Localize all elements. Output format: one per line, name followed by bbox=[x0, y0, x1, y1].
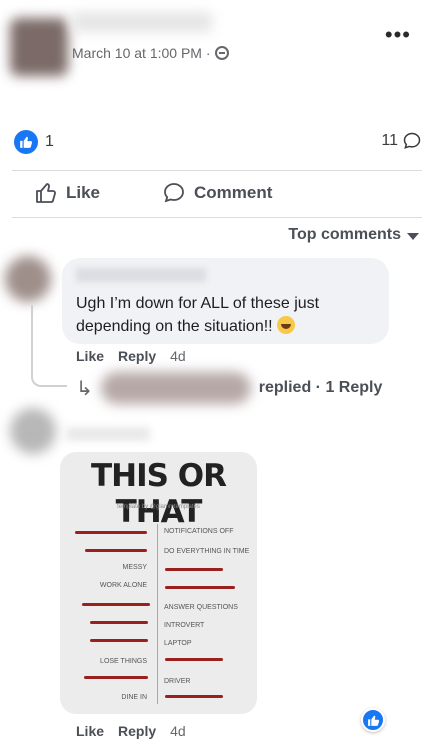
post-author-name-redacted[interactable] bbox=[72, 12, 212, 32]
image-item: DO EVERYTHING IN TIME bbox=[164, 548, 250, 555]
view-replies-link[interactable]: ↳ replied · 1 Reply bbox=[76, 372, 382, 404]
comment-image-this-or-that[interactable]: THIS OR THAT template by @glammtemplates… bbox=[60, 452, 257, 714]
strike-mark bbox=[82, 603, 150, 606]
post-header: March 10 at 1:00 PM · ••• bbox=[0, 0, 437, 90]
comment-icon bbox=[164, 183, 184, 203]
comment-avatar[interactable] bbox=[5, 256, 51, 302]
strike-mark bbox=[85, 549, 147, 552]
comment-button[interactable]: Comment bbox=[162, 181, 272, 205]
comment-timestamp[interactable]: 4d bbox=[170, 723, 186, 739]
comment-like-button[interactable]: Like bbox=[76, 348, 104, 364]
like-button[interactable]: Like bbox=[34, 181, 100, 205]
image-item: INTROVERT bbox=[164, 622, 205, 629]
image-item: WORK ALONE bbox=[99, 582, 147, 589]
image-item: LAPTOP bbox=[164, 640, 192, 647]
comment-sort-dropdown[interactable]: Top comments bbox=[288, 226, 419, 244]
image-item: MESSY bbox=[122, 564, 147, 571]
strike-mark bbox=[165, 695, 223, 698]
like-button-label: Like bbox=[66, 183, 101, 202]
strike-mark bbox=[165, 658, 223, 661]
image-item: DINE IN bbox=[121, 694, 147, 701]
commenter-name-redacted[interactable] bbox=[76, 268, 206, 282]
like-reaction-icon[interactable] bbox=[14, 130, 38, 154]
image-item: ANSWER QUESTIONS bbox=[164, 604, 238, 611]
thumbs-up-icon bbox=[36, 183, 56, 203]
comment-actions: Like Reply 4d bbox=[76, 348, 186, 364]
comment-like-reaction-icon[interactable] bbox=[361, 708, 385, 732]
laughing-emoji-icon bbox=[277, 316, 296, 334]
comment-text: Ugh I’m down for ALL of these just depen… bbox=[76, 292, 375, 338]
image-item: DRIVER bbox=[164, 678, 191, 685]
image-item: LOSE THINGS bbox=[100, 658, 147, 665]
reply-arrow-icon: ↳ bbox=[76, 377, 93, 400]
reply-summary: replied · 1 Reply bbox=[258, 379, 383, 396]
post-action-bar: Like Comment bbox=[12, 170, 422, 218]
comment-sort-label: Top comments bbox=[288, 226, 401, 243]
image-subtitle: template by @glammtemplates bbox=[117, 504, 200, 510]
image-item: NOTIFICATIONS OFF bbox=[164, 528, 234, 535]
image-divider bbox=[157, 524, 158, 704]
strike-mark bbox=[165, 586, 235, 589]
reply-thread-line bbox=[31, 305, 67, 387]
strike-mark bbox=[165, 568, 223, 571]
strike-mark bbox=[84, 676, 148, 679]
comment-timestamp[interactable]: 4d bbox=[170, 348, 186, 364]
image-title: THIS OR THAT bbox=[91, 458, 227, 530]
comment-button-label: Comment bbox=[194, 183, 273, 202]
strike-mark bbox=[75, 531, 147, 534]
reactions-summary: 1 11 bbox=[12, 128, 422, 156]
commenter-name-redacted[interactable] bbox=[66, 427, 150, 441]
comment-reply-button[interactable]: Reply bbox=[118, 348, 156, 364]
reaction-count[interactable]: 1 bbox=[45, 133, 54, 151]
post-author-avatar[interactable] bbox=[10, 18, 68, 76]
comment-avatar[interactable] bbox=[10, 408, 56, 454]
comment-count[interactable]: 11 bbox=[381, 131, 422, 151]
chevron-down-icon bbox=[407, 233, 419, 240]
comment-reply-button[interactable]: Reply bbox=[118, 723, 156, 739]
post-timestamp[interactable]: March 10 at 1:00 PM · bbox=[72, 45, 211, 61]
comment-like-button[interactable]: Like bbox=[76, 723, 104, 739]
post-meta: March 10 at 1:00 PM · bbox=[72, 45, 229, 61]
comment-bubble: Ugh I’m down for ALL of these just depen… bbox=[62, 258, 389, 344]
more-options-icon[interactable]: ••• bbox=[385, 24, 411, 46]
replier-redacted bbox=[100, 372, 251, 404]
comment-actions: Like Reply 4d bbox=[76, 723, 186, 739]
comment-bubble-icon bbox=[403, 132, 421, 149]
comment-count-value: 11 bbox=[381, 132, 398, 149]
strike-mark bbox=[90, 639, 148, 642]
audience-globe-icon[interactable] bbox=[214, 46, 229, 60]
strike-mark bbox=[90, 621, 148, 624]
